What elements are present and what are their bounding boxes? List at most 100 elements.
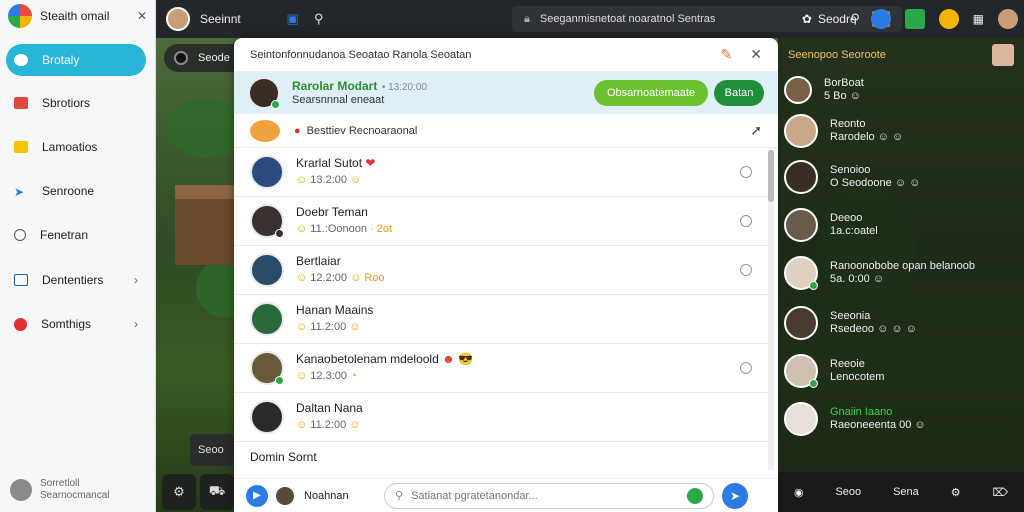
share-icon[interactable]: ➚	[750, 122, 762, 139]
leaf-icon[interactable]	[904, 9, 925, 29]
avatar	[250, 351, 284, 385]
list-item[interactable]: Kanaobetolenam mdeloold ☻ 😎 ☺ 12.3:00 ◔	[234, 344, 768, 393]
search-icon[interactable]: ⚲	[311, 11, 327, 27]
scrollbar-thumb[interactable]	[768, 150, 774, 202]
smile-icon: ☺	[296, 370, 308, 382]
list-item[interactable]: Gnaiin Iaano Raeoneeenta 00 ☺	[784, 402, 926, 436]
sidebar-footer[interactable]: Sorretloll Searnocmancal	[10, 478, 109, 502]
list-item[interactable]: Senoioo O Seodoone ☺ ☺	[784, 160, 920, 194]
item-sub: O Seodoone ☺ ☺	[830, 177, 921, 189]
contact-time: 11.2:00	[310, 321, 347, 333]
contact-name: Daltan Nana	[296, 401, 363, 415]
game-left-button[interactable]: Seoo	[190, 434, 234, 466]
avatar[interactable]	[166, 7, 190, 31]
sidebar-item-fenetran[interactable]: Fenetran	[6, 219, 146, 251]
sidebar-item-label: Senroone	[42, 184, 95, 198]
list-item[interactable]: Reeoie Lenocotem	[784, 354, 884, 388]
sidebar-item-label: Lamoatios	[42, 140, 98, 154]
list-item[interactable]: Krarlal Sutot ❤ ☺ 13.2:00 ☺	[234, 148, 768, 197]
address-text: Seeganmisnetoat noaratnol Sentras	[539, 13, 716, 25]
send-button[interactable]: ➤	[722, 482, 748, 509]
gear-icon[interactable]: ⚙	[951, 486, 961, 499]
sidebar-title: Steaith omail	[40, 9, 110, 23]
calendar-icon	[14, 274, 28, 286]
bottom-item-seoo[interactable]: Seoo	[835, 486, 861, 498]
contact-time: 11.2:00	[310, 419, 347, 431]
list-item[interactable]: Bertlaiar ☺ 12.2:00 ☺ Roo	[234, 246, 768, 295]
edit-icon[interactable]: ✎	[721, 46, 733, 63]
camera-icon[interactable]: ▣	[285, 11, 301, 27]
item-sub: 5 Bo ☺	[824, 90, 861, 102]
sidebar-item-brotaly[interactable]: Brotaly	[6, 44, 146, 76]
list-item[interactable]: Doebr Teman ☺ 11.:Oonoon · 2ot	[234, 197, 768, 246]
list-item[interactable]: BorBoat 5 Bo ☺	[784, 76, 864, 104]
favorite-row[interactable]: ● Besttiev Recnoaraonal ➚	[234, 114, 778, 148]
share-dialog: Seintonfonnudanoa Seoatao Ranola Seoatan…	[234, 38, 778, 512]
contact-name: Bertlaiar	[296, 254, 341, 268]
select-radio[interactable]	[740, 166, 752, 178]
contact-time: • 13:20:00	[381, 82, 428, 93]
record-icon[interactable]: ◉	[794, 486, 804, 499]
grid-icon[interactable]: ▦	[973, 12, 984, 26]
right-chat-panel: Seenopoo Seoroote BorBoat 5 Bo ☺ Reonto Ra…	[778, 38, 1024, 512]
secondary-action-button[interactable]: Batan	[714, 80, 764, 106]
sidebar-item-senroone[interactable]: ➤ Senroone	[6, 175, 146, 207]
item-name: BorBoat	[824, 77, 864, 89]
list-item[interactable]: Daltan Nana ☺ 11.2:00 ☺	[234, 393, 768, 442]
list-item[interactable]: Seeonia Rsedeoo ☺ ☺ ☺	[784, 306, 917, 340]
emoji-icon	[250, 119, 280, 142]
inbox-icon	[14, 97, 28, 109]
sidebar-item-lamoatios[interactable]: Lamoatios	[6, 131, 146, 163]
close-icon[interactable]: ✕	[137, 9, 147, 23]
coin-icon[interactable]	[938, 9, 959, 29]
record-icon	[174, 51, 188, 65]
avatar	[784, 256, 818, 290]
gear-icon: ✿	[801, 12, 812, 26]
avatar[interactable]	[992, 44, 1014, 66]
select-radio[interactable]	[740, 264, 752, 276]
expand-icon[interactable]: ⌦	[992, 486, 1008, 499]
avatar	[248, 77, 280, 109]
gear-icon[interactable]: ⚙	[162, 474, 196, 510]
emoji-icon: ☻ 😎	[442, 352, 474, 366]
scrollbar[interactable]	[768, 150, 774, 470]
contact-name: Kanaobetolenam mdeloold	[296, 352, 439, 366]
list-item[interactable]: Ranoonobobe opan belanoob 5a. 0:00 ☺	[784, 256, 975, 290]
left-btn-text: Seoo	[198, 444, 224, 456]
sidebar-item-label: Somthigs	[41, 317, 92, 331]
sidebar-item-sbrotiors[interactable]: Sbrotiors	[6, 87, 146, 119]
item-name: Senoioo	[830, 164, 871, 176]
smile-icon: ☺	[296, 223, 308, 235]
globe-icon[interactable]	[870, 9, 891, 29]
item-sub: 5a. 0:00 ☺	[830, 273, 885, 285]
chevron-right-icon: ›	[134, 273, 138, 287]
brand-label: Seodre	[817, 12, 857, 26]
primary-action-button[interactable]: Obsarnoatemaate	[594, 80, 708, 106]
message-input[interactable]: ⚲ Satianat pgratetanondar...	[384, 482, 714, 509]
home-icon	[14, 54, 28, 66]
list-item[interactable]: Deeoo 1a.c:oatel	[784, 208, 878, 242]
sidebar-item-somthigs[interactable]: Somthigs ›	[6, 308, 146, 340]
settings-icon	[14, 317, 27, 331]
item-sub: Lenocotem	[830, 371, 885, 383]
select-radio[interactable]	[740, 215, 752, 227]
smile-icon: ☺	[296, 174, 308, 186]
list-item[interactable]: Hanan Maains ☺ 11.2:00 ☺	[234, 295, 768, 344]
profile-icon[interactable]: ⛟	[200, 474, 234, 510]
select-radio[interactable]	[740, 362, 752, 374]
list-item[interactable]: Reonto Rarodelo ☺ ☺	[784, 114, 903, 148]
smile-icon: ☺	[296, 419, 308, 431]
play-icon[interactable]: ▶	[246, 484, 268, 507]
selected-contact[interactable]: Rarolar Modart • 13:20:00 Searsnnnal ene…	[234, 72, 778, 114]
profile-avatar[interactable]	[998, 9, 1018, 29]
attach-icon[interactable]	[687, 487, 703, 504]
dialog-header: Seintonfonnudanoa Seoatao Ranola Seoatan…	[234, 38, 778, 72]
contact-status: Searsnnnal eneaat	[292, 94, 385, 106]
brand-menu[interactable]: ✿ Seodre	[802, 12, 857, 26]
dialog-title: Seintonfonnudanoa Seoatao Ranola Seoatan	[250, 48, 472, 61]
emoji-icon: ☺	[349, 321, 361, 333]
close-icon[interactable]: ✕	[750, 46, 762, 63]
bottom-item-sena[interactable]: Sena	[893, 486, 919, 498]
partial-list-item: Domin Sornt	[250, 450, 317, 464]
sidebar-item-dententiers[interactable]: Dententiers ›	[6, 264, 146, 296]
